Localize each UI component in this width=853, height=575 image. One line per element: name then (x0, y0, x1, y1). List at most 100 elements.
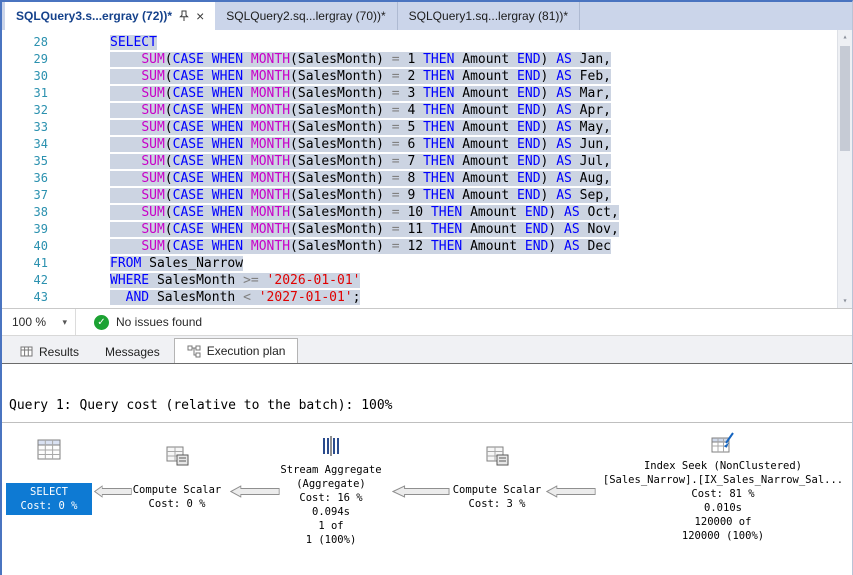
editor-status-bar: 100 % ▾ ✓ No issues found (2, 308, 852, 336)
stream-aggregate-icon (323, 436, 339, 456)
plan-node-select[interactable]: SELECT Cost: 0 % (6, 423, 92, 575)
tab-sqlquery1[interactable]: SQLQuery1.sq...lergray (81))* (398, 2, 581, 30)
check-icon: ✓ (94, 314, 109, 330)
results-tab-bar: Results Messages Execution plan (2, 336, 852, 363)
pin-icon[interactable] (179, 10, 189, 22)
plan-node-label-line: SELECT (30, 486, 68, 498)
zoom-select[interactable]: 100 % ▾ (2, 309, 76, 335)
plan-node-label-line: Compute Scalar (452, 484, 542, 496)
compute-scalar-icon (166, 446, 189, 466)
code-line[interactable]: 29 SUM(CASE WHEN MONTH(SalesMonth) = 1 T… (2, 51, 852, 68)
rtab-label: Execution plan (206, 344, 286, 358)
plan-node-label: Compute Scalar Cost: 3 % (440, 483, 554, 511)
plan-node-label-line: 1 (100%) (305, 534, 357, 546)
rtab-label: Messages (105, 344, 160, 359)
line-number: 29 (33, 52, 48, 66)
line-number: 40 (33, 239, 48, 253)
plan-node-label: Index Seek (NonClustered) [Sales_Narrow]… (598, 459, 848, 543)
line-number: 42 (33, 273, 48, 287)
line-number: 41 (33, 256, 48, 270)
line-number: 34 (33, 137, 48, 151)
tab-results[interactable]: Results (8, 340, 91, 363)
plan-node-label-line: 120000 (100%) (681, 530, 765, 542)
plan-node-label-line: 120000 of (694, 516, 752, 528)
tab-sqlquery3[interactable]: SQLQuery3.s...ergray (72))* × (5, 2, 216, 30)
select-result-icon (37, 439, 61, 460)
plan-node-label-line: Cost: 0 % (20, 500, 78, 512)
code-line[interactable]: 39 SUM(CASE WHEN MONTH(SalesMonth) = 11 … (2, 221, 852, 238)
line-number: 32 (33, 103, 48, 117)
line-number: 43 (33, 290, 48, 304)
plan-node-label: Compute Scalar Cost: 0 % (120, 483, 234, 511)
plan-node-label-line: 1 of (318, 520, 344, 532)
plan-node-label-line: [Sales_Narrow].[IX_Sales_Narrow_Sal... (602, 474, 844, 486)
close-icon[interactable]: × (196, 9, 204, 23)
code-line[interactable]: 42 WHERE SalesMonth >= '2026-01-01' (2, 272, 852, 289)
health-indicator[interactable]: ✓ No issues found (94, 314, 203, 330)
chevron-down-icon: ▾ (62, 316, 67, 327)
plan-node-label-line: Cost: 81 % (691, 488, 755, 500)
plan-text-line: Query 1: Query cost (relative to the bat… (9, 398, 393, 413)
plan-node-label-line: 0.010s (704, 502, 742, 514)
zoom-value: 100 % (12, 315, 47, 329)
editor-scrollbar[interactable]: ▴ ▾ (837, 30, 852, 308)
health-text: No issues found (116, 315, 203, 329)
code-line[interactable]: 43 AND SalesMonth < '2027-01-01'; (2, 289, 852, 306)
tab-messages[interactable]: Messages (93, 340, 172, 363)
plan-node-label-line: Compute Scalar (132, 484, 222, 496)
scrollbar-thumb[interactable] (840, 46, 850, 151)
line-number: 30 (33, 69, 48, 83)
tab-label: SQLQuery3.s...ergray (72))* (16, 9, 173, 23)
index-seek-icon (711, 432, 734, 453)
plan-text-pane[interactable]: Query 1: Query cost (relative to the bat… (2, 363, 852, 422)
plan-node-stream-aggregate[interactable]: Stream Aggregate (Aggregate) Cost: 16 % … (264, 423, 398, 575)
plan-arrow (546, 485, 596, 498)
line-number: 36 (33, 171, 48, 185)
scroll-up-icon[interactable]: ▴ (838, 30, 852, 44)
code-line[interactable]: 36 SUM(CASE WHEN MONTH(SalesMonth) = 8 T… (2, 170, 852, 187)
execution-plan-icon (187, 345, 201, 357)
sql-editor[interactable]: 28 SELECT 29 SUM(CASE WHEN MONTH(SalesMont… (2, 30, 852, 308)
results-grid-icon (20, 346, 33, 357)
line-number: 38 (33, 205, 48, 219)
line-number: 37 (33, 188, 48, 202)
plan-node-label: Stream Aggregate (Aggregate) Cost: 16 % … (264, 463, 398, 547)
line-number: 31 (33, 86, 48, 100)
plan-node-label-line: Cost: 0 % (148, 498, 206, 510)
code-line[interactable]: 33 SUM(CASE WHEN MONTH(SalesMonth) = 5 T… (2, 119, 852, 136)
rtab-label: Results (39, 344, 80, 359)
plan-node-index-seek[interactable]: Index Seek (NonClustered) [Sales_Narrow]… (598, 423, 848, 575)
tab-sqlquery2[interactable]: SQLQuery2.sq...lergray (70))* (215, 2, 398, 30)
line-number: 33 (33, 120, 48, 134)
code-line[interactable]: 30 SUM(CASE WHEN MONTH(SalesMonth) = 2 T… (2, 68, 852, 85)
code-line[interactable]: 40 SUM(CASE WHEN MONTH(SalesMonth) = 12 … (2, 238, 852, 255)
ssms-window: SQLQuery3.s...ergray (72))* × SQLQuery2.… (0, 0, 853, 575)
code-line[interactable]: 32 SUM(CASE WHEN MONTH(SalesMonth) = 4 T… (2, 102, 852, 119)
line-number: 35 (33, 154, 48, 168)
code-line[interactable]: 35 SUM(CASE WHEN MONTH(SalesMonth) = 7 T… (2, 153, 852, 170)
tab-label: SQLQuery2.sq...lergray (70))* (226, 9, 386, 23)
tab-execution-plan[interactable]: Execution plan (173, 338, 299, 363)
plan-node-label-line: Stream Aggregate (280, 464, 382, 476)
plan-node-label-line: 0.094s (312, 506, 350, 518)
plan-node-compute-scalar-2[interactable]: Compute Scalar Cost: 3 % (440, 423, 554, 575)
plan-node-label-line: Index Seek (NonClustered) (643, 460, 803, 472)
compute-scalar-icon (486, 446, 509, 466)
editor-lines: 28 SELECT 29 SUM(CASE WHEN MONTH(SalesMont… (2, 30, 852, 306)
scroll-down-icon[interactable]: ▾ (838, 294, 852, 308)
code-line[interactable]: 37 SUM(CASE WHEN MONTH(SalesMonth) = 9 T… (2, 187, 852, 204)
line-number: 28 (33, 35, 48, 49)
code-line[interactable]: 28 SELECT (2, 34, 852, 51)
code-line[interactable]: 41 FROM Sales_Narrow (2, 255, 852, 272)
line-number: 39 (33, 222, 48, 236)
plan-node-label-line: Cost: 3 % (468, 498, 526, 510)
document-tab-bar: SQLQuery3.s...ergray (72))* × SQLQuery2.… (2, 2, 852, 30)
execution-plan-diagram: SELECT Cost: 0 % Compute Scalar Cost: 0 … (2, 422, 852, 575)
code-line[interactable]: 38 SUM(CASE WHEN MONTH(SalesMonth) = 10 … (2, 204, 852, 221)
plan-node-label-line: Cost: 16 % (299, 492, 363, 504)
plan-node-compute-scalar-1[interactable]: Compute Scalar Cost: 0 % (120, 423, 234, 575)
plan-node-label: SELECT Cost: 0 % (6, 483, 92, 515)
code-line[interactable]: 34 SUM(CASE WHEN MONTH(SalesMonth) = 6 T… (2, 136, 852, 153)
code-line[interactable]: 31 SUM(CASE WHEN MONTH(SalesMonth) = 3 T… (2, 85, 852, 102)
plan-node-label-line: (Aggregate) (296, 478, 366, 490)
